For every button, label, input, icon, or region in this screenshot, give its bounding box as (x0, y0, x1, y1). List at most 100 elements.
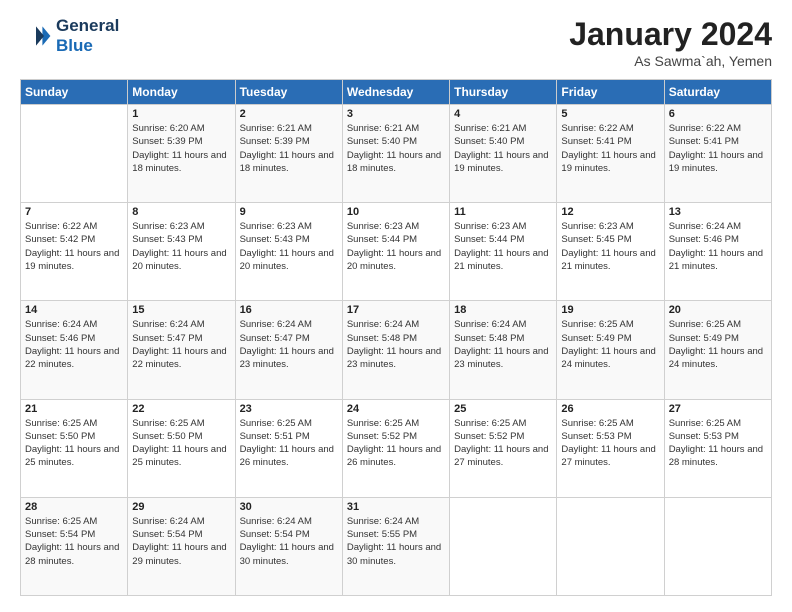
sunset: Sunset: 5:45 PM (561, 234, 631, 245)
cell-content: Sunrise: 6:23 AM Sunset: 5:43 PM Daylight:… (240, 220, 338, 273)
sunrise: Sunrise: 6:25 AM (561, 319, 633, 330)
daylight: Daylight: 11 hours and 21 minutes. (561, 248, 655, 272)
calendar-cell: 8Sunrise: 6:23 AMSunset: 5:43 PMDaylight… (128, 203, 235, 301)
daylight: Daylight: 11 hours and 24 minutes. (669, 346, 763, 370)
cell-content: Sunrise: 6:24 AMSunset: 5:46 PMDaylight:… (25, 318, 123, 371)
cell-content: Sunrise: 6:24 AMSunset: 5:47 PMDaylight:… (240, 318, 338, 371)
calendar-cell: 12Sunrise: 6:23 AMSunset: 5:45 PMDayligh… (557, 203, 664, 301)
daylight: Daylight: 11 hours and 28 minutes. (25, 542, 119, 566)
logo-icon (20, 20, 52, 52)
col-saturday: Saturday (664, 80, 771, 105)
sunset: Sunset: 5:46 PM (669, 234, 739, 245)
sunset: Sunset: 5:50 PM (25, 431, 95, 442)
cell-content: Sunrise: 6:22 AM Sunset: 5:41 PM Daylight:… (561, 122, 659, 175)
day-number: 22 (132, 403, 230, 415)
sunrise: Sunrise: 6:22 AM (561, 123, 633, 134)
daylight: Daylight: 11 hours and 30 minutes. (347, 542, 441, 566)
month-title: January 2024 (569, 16, 772, 53)
sunset: Sunset: 5:47 PM (132, 333, 202, 344)
sunrise: Sunrise: 6:25 AM (669, 319, 741, 330)
calendar-cell: 9 Sunrise: 6:23 AM Sunset: 5:43 PM Daylight… (235, 203, 342, 301)
sunset: Sunset: 5:51 PM (240, 431, 310, 442)
day-number: 10 (347, 206, 445, 218)
week-row-2: 14Sunrise: 6:24 AMSunset: 5:46 PMDayligh… (21, 301, 772, 399)
sunrise: Sunrise: 6:25 AM (669, 418, 741, 429)
calendar-cell: 24Sunrise: 6:25 AMSunset: 5:52 PMDayligh… (342, 399, 449, 497)
calendar-cell: 21Sunrise: 6:25 AMSunset: 5:50 PMDayligh… (21, 399, 128, 497)
sunrise: Sunrise: 6:21 AM (347, 123, 419, 134)
day-number: 18 (454, 304, 552, 316)
daylight: Daylight: 11 hours and 21 minutes. (669, 248, 763, 272)
col-monday: Monday (128, 80, 235, 105)
sunrise: Sunrise: 6:21 AM (454, 123, 526, 134)
daylight: Daylight: 11 hours and 20 minutes. (347, 248, 441, 272)
day-number: 17 (347, 304, 445, 316)
sunset: Sunset: 5:48 PM (454, 333, 524, 344)
day-number: 16 (240, 304, 338, 316)
cell-content: Sunrise: 6:25 AMSunset: 5:49 PMDaylight:… (669, 318, 767, 371)
calendar-table: Sunday Monday Tuesday Wednesday Thursday… (20, 79, 772, 596)
sunrise: Sunrise: 6:24 AM (347, 319, 419, 330)
sunrise: Sunrise: 6:23 AM (561, 221, 633, 232)
week-row-4: 28Sunrise: 6:25 AMSunset: 5:54 PMDayligh… (21, 497, 772, 595)
calendar-cell: 1 Sunrise: 6:20 AMSunset: 5:39 PMDaylight… (128, 105, 235, 203)
daylight: Daylight: 11 hours and 19 minutes. (561, 150, 655, 174)
sunrise: Sunrise: 6:21 AM (240, 123, 312, 134)
daylight: Daylight: 11 hours and 21 minutes. (454, 248, 548, 272)
day-number: 1 (132, 108, 230, 120)
calendar-cell: 23 Sunrise: 6:25 AMSunset: 5:51 PMDayligh… (235, 399, 342, 497)
daylight: Daylight: 11 hours and 27 minutes. (561, 444, 655, 468)
week-row-0: 1 Sunrise: 6:20 AMSunset: 5:39 PMDaylight… (21, 105, 772, 203)
calendar-cell: 17Sunrise: 6:24 AMSunset: 5:48 PMDayligh… (342, 301, 449, 399)
col-thursday: Thursday (450, 80, 557, 105)
cell-content: Sunrise: 6:20 AMSunset: 5:39 PMDaylight:… (132, 122, 230, 175)
calendar-cell: 29Sunrise: 6:24 AMSunset: 5:54 PMDayligh… (128, 497, 235, 595)
sunrise: Sunrise: 6:25 AM (347, 418, 419, 429)
daylight: Daylight: 11 hours and 23 minutes. (347, 346, 441, 370)
sunset: Sunset: 5:49 PM (561, 333, 631, 344)
day-number: 6 (669, 108, 767, 120)
sunset: Sunset: 5:50 PM (132, 431, 202, 442)
day-number: 31 (347, 501, 445, 513)
daylight: Daylight: 11 hours and 23 minutes. (454, 346, 548, 370)
col-friday: Friday (557, 80, 664, 105)
cell-content: Sunrise: 6:22 AMSunset: 5:42 PMDaylight:… (25, 220, 123, 273)
sunset: Sunset: 5:44 PM (347, 234, 417, 245)
cell-content: Sunrise: 6:21 AMSunset: 5:40 PMDaylight:… (454, 122, 552, 175)
daylight: Daylight: 11 hours and 19 minutes. (25, 248, 119, 272)
day-number: 30 (240, 501, 338, 513)
sunrise: Sunrise: 6:22 AM (25, 221, 97, 232)
day-number: 15 (132, 304, 230, 316)
day-number: 9 (240, 206, 338, 218)
sunrise: Sunrise: 6:25 AM (561, 418, 633, 429)
sunrise: Sunrise: 6:23 AM (240, 221, 312, 232)
sunset: Sunset: 5:54 PM (240, 529, 310, 540)
daylight: Daylight: 11 hours and 19 minutes. (669, 150, 763, 174)
sunrise: Sunrise: 6:24 AM (240, 516, 312, 527)
day-number: 20 (669, 304, 767, 316)
calendar-cell: 25Sunrise: 6:25 AMSunset: 5:52 PMDayligh… (450, 399, 557, 497)
sunrise: Sunrise: 6:24 AM (132, 319, 204, 330)
sunrise: Sunrise: 6:22 AM (669, 123, 741, 134)
daylight: Daylight: 11 hours and 20 minutes. (132, 248, 226, 272)
daylight: Daylight: 11 hours and 20 minutes. (240, 248, 334, 272)
calendar-cell: 14Sunrise: 6:24 AMSunset: 5:46 PMDayligh… (21, 301, 128, 399)
cell-content: Sunrise: 6:24 AMSunset: 5:55 PMDaylight:… (347, 515, 445, 568)
cell-content: Sunrise: 6:24 AMSunset: 5:54 PMDaylight:… (132, 515, 230, 568)
daylight: Daylight: 11 hours and 23 minutes. (240, 346, 334, 370)
calendar-cell: 4Sunrise: 6:21 AMSunset: 5:40 PMDaylight… (450, 105, 557, 203)
daylight: Daylight: 11 hours and 26 minutes. (347, 444, 441, 468)
cell-content: Sunrise: 6:25 AMSunset: 5:54 PMDaylight:… (25, 515, 123, 568)
daylight: Daylight: 11 hours and 29 minutes. (132, 542, 226, 566)
calendar-cell: 11Sunrise: 6:23 AMSunset: 5:44 PMDayligh… (450, 203, 557, 301)
sunset: Sunset: 5:41 PM (561, 136, 631, 147)
day-number: 26 (561, 403, 659, 415)
cell-content: Sunrise: 6:25 AMSunset: 5:50 PMDaylight:… (132, 417, 230, 470)
calendar-cell: 18Sunrise: 6:24 AMSunset: 5:48 PMDayligh… (450, 301, 557, 399)
sunset: Sunset: 5:43 PM (240, 234, 310, 245)
day-number: 23 (240, 403, 338, 415)
day-number: 25 (454, 403, 552, 415)
sunrise: Sunrise: 6:24 AM (25, 319, 97, 330)
calendar-cell: 5Sunrise: 6:22 AMSunset: 5:41 PMDaylight… (557, 105, 664, 203)
cell-content: Sunrise: 6:25 AMSunset: 5:51 PMDaylight:… (240, 417, 338, 470)
